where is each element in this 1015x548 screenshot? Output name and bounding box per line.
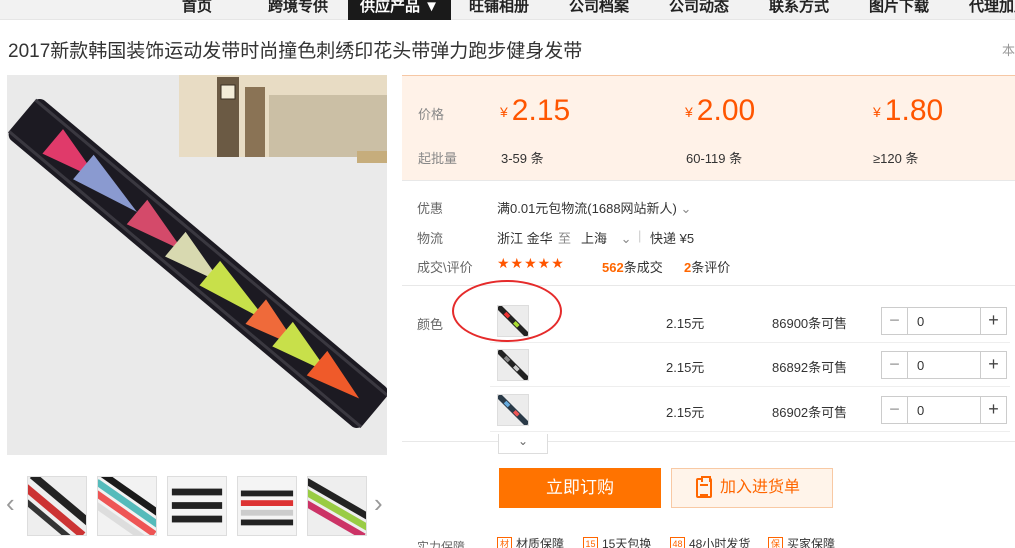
thumbnail-image [168,477,226,535]
variant-row-2: 2.15元 86892条可售 − + [490,343,1010,387]
quantity-input[interactable] [909,308,979,334]
variant-image [498,350,528,380]
chevron-right-icon[interactable]: › [374,488,383,519]
to-label: 至 [558,231,572,246]
nav-cross-border[interactable]: 跨境专供 [268,0,328,20]
variant-row-1: 2.15元 86900条可售 − + [490,299,1010,343]
decrement-button[interactable]: − [882,352,908,378]
guarantee-shipping[interactable]: 48 48小时发货 [670,535,750,548]
range-tier-3: ≥120 条 [873,151,919,166]
price-label: 价格 [418,107,445,122]
guarantee-exchange[interactable]: 15 15天包换 [583,535,651,548]
separator: | [638,228,642,243]
deals-count[interactable]: 562条成交 [602,257,663,276]
price-panel: 价格 起批量 ¥2.15 ¥2.00 ¥1.80 3-59 条 60-119 条… [402,75,1015,180]
price-tier-3: ¥1.80 [873,94,944,127]
logistics-label: 物流 [417,231,444,246]
nav-home[interactable]: 首页 [182,0,212,20]
promo-label: 优惠 [417,201,444,216]
buyer-protection-icon: 保 [768,537,783,548]
decrement-button[interactable]: − [882,397,908,423]
thumbnail-strip: ‹ › [0,470,400,540]
variant-thumbnail[interactable] [497,349,529,381]
variant-stock: 86900条可售 [772,316,848,331]
divider [402,180,1015,181]
price-tier-2: ¥2.00 [685,94,756,127]
thumbnail-1[interactable] [27,476,87,536]
promo-text[interactable]: 满0.01元包物流(1688网站新人) ⌄ [497,198,691,217]
destination-select[interactable]: 上海 ⌄ [581,228,632,247]
chevron-down-icon: ⌄ [620,231,632,246]
nav-company-profile[interactable]: 公司档案 [569,0,629,20]
thumbnail-image [238,477,296,535]
title-extra: 本 [1002,43,1015,58]
nav-contact[interactable]: 联系方式 [769,0,829,20]
variant-thumbnail[interactable] [497,394,529,426]
nav-image-download[interactable]: 图片下载 [869,0,929,20]
divider [402,441,1015,442]
price-tier-1: ¥2.15 [500,94,571,127]
add-to-cart-button[interactable]: 加入进货单 [671,468,833,508]
rating-stars: ★★★★★ [497,255,565,271]
chevron-down-icon: ⌄ [680,201,692,216]
quantity-stepper: − + [881,396,1007,424]
range-tier-2: 60-119 条 [686,151,743,166]
guarantee-material[interactable]: 材材质保障 [497,535,564,548]
shipping-icon: 48 [670,537,685,548]
variant-image [498,306,528,336]
thumbnail-3[interactable] [167,476,227,536]
divider [402,285,1015,286]
variant-row-3: 2.15元 86902条可售 − + [490,388,1010,432]
nav-products[interactable]: 供应产品 ▼ [348,0,452,20]
exchange-icon: 15 [583,537,598,548]
thumbnail-2[interactable] [97,476,157,536]
deal-label: 成交\评价 [417,260,473,275]
color-label: 颜色 [417,317,444,332]
chevron-left-icon[interactable]: ‹ [6,488,15,519]
batch-label: 起批量 [418,151,458,166]
thumbnail-image [28,477,86,535]
variant-stock: 86892条可售 [772,360,848,375]
origin-location: 浙江 金华 [497,231,553,246]
thumbnail-4[interactable] [237,476,297,536]
variant-image [498,395,528,425]
variant-price: 2.15元 [666,405,705,420]
variant-stock: 86902条可售 [772,405,848,420]
variant-price: 2.15元 [666,360,705,375]
clipboard-icon [696,476,712,498]
nav-company-news[interactable]: 公司动态 [669,0,729,20]
nav-album[interactable]: 旺铺相册 [469,0,529,20]
headband-photo [7,75,387,455]
top-nav: 首页 跨境专供 供应产品 ▼ 旺铺相册 公司档案 公司动态 联系方式 图片下载 … [0,0,1015,20]
material-icon: 材 [497,537,512,548]
quantity-stepper: − + [881,307,1007,335]
increment-button[interactable]: + [980,352,1006,378]
product-main-image[interactable] [7,75,387,455]
thumbnail-5[interactable] [307,476,367,536]
quantity-input[interactable] [909,397,979,423]
thumbnail-image [308,477,366,535]
expand-variants-toggle[interactable]: ⌄ [498,434,548,454]
guarantee-buyer[interactable]: 保买家保障 [768,535,835,548]
decrement-button[interactable]: − [882,308,908,334]
thumbnail-image [98,477,156,535]
reviews-count[interactable]: 2条评价 [684,257,730,276]
add-to-cart-label: 加入进货单 [720,479,801,496]
guarantee-label: 实力保障 [417,540,466,548]
range-tier-1: 3-59 条 [501,151,544,166]
product-title: 2017新款韩国装饰运动发带时尚撞色刺绣印花头带弹力跑步健身发带 [8,41,583,62]
increment-button[interactable]: + [980,397,1006,423]
increment-button[interactable]: + [980,308,1006,334]
quantity-input[interactable] [909,352,979,378]
postcard-decoration [179,75,387,163]
express-fee: 快递 ¥5 [650,231,695,246]
variant-thumbnail[interactable] [497,305,529,337]
variant-price: 2.15元 [666,316,705,331]
nav-agent[interactable]: 代理加盟 [969,0,1015,20]
buy-now-button[interactable]: 立即订购 [499,468,661,508]
quantity-stepper: − + [881,351,1007,379]
